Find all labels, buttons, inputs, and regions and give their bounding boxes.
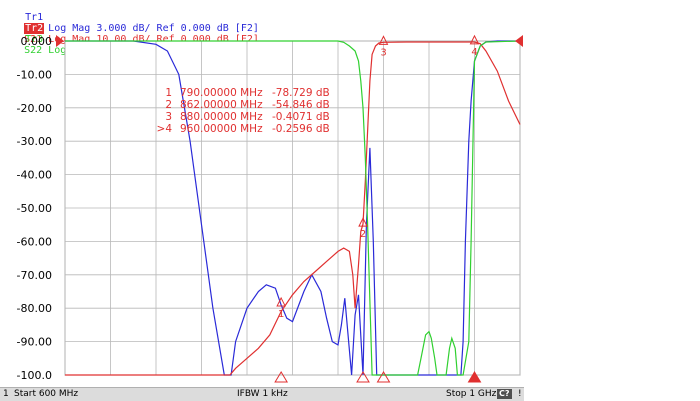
start-frequency[interactable]: Start 600 MHz [14,388,78,401]
y-axis-tick-label: -50.00 [17,202,52,215]
marker-2-label: 2 [360,229,366,240]
marker-table-frequency: 862.00000 MHz [180,99,263,111]
marker-table-id: >4 [157,123,173,135]
left-reference-arrow [56,35,64,47]
marker-table-frequency: 790.00000 MHz [180,87,263,99]
measurement-plot[interactable]: 0.000 -10.00 -20.00 -30.00 -40.00 -50.00 -60.0… [0,0,525,387]
y-axis-tick-label: -90.00 [17,336,52,349]
y-axis-tick-label: -80.00 [17,302,52,315]
marker-1-label: 1 [278,309,284,320]
y-axis-tick-label: -30.00 [17,135,52,148]
y-axis-tick-label: -60.00 [17,235,52,248]
marker-table-id: 1 [165,87,172,99]
ifbw-setting[interactable]: IFBW 1 kHz [237,388,288,401]
y-axis-tick-label: -10.00 [17,68,52,81]
y-axis-tick-label: -70.00 [17,269,52,282]
y-axis-tick-label: -20.00 [17,102,52,115]
marker-table-id: 3 [165,111,172,123]
marker-table-id: 2 [165,99,172,111]
marker-table-value: -0.4071 dB [272,111,330,123]
marker-table: 1 790.00000 MHz -78.729 dB 2 862.00000 MHz -5… [157,87,330,135]
channel-number: 1 [3,389,9,399]
marker-table-value: -0.2596 dB [272,123,330,135]
correction-badge[interactable]: C? [497,389,512,399]
status-bar: 1 Start 600 MHz IFBW 1 kHz Stop 1 GHz C?… [0,387,524,401]
stop-frequency[interactable]: Stop 1 GHz [446,388,496,401]
marker-3-label: 3 [380,47,386,58]
marker-table-value: -78.729 dB [272,87,330,99]
marker-table-frequency: 880.00000 MHz [180,111,263,123]
marker-table-frequency: 960.00000 MHz [180,123,263,135]
marker-table-value: -54.846 dB [272,99,330,111]
y-axis-tick-label: -40.00 [17,169,52,182]
y-axis-tick-label: 0.000 [21,35,53,48]
y-axis-tick-label: -100.0 [17,369,52,382]
vna-screen: Tr1 S11 Log Mag 3.000 dB/ Ref 0.000 dB [… [0,0,700,401]
y-axis-labels: 0.000 -10.00 -20.00 -30.00 -40.00 -50.00 -60.0… [17,35,52,382]
marker-4-label: 4 [471,47,477,58]
blank-side-area [525,0,700,400]
status-separator: ! [518,389,522,399]
